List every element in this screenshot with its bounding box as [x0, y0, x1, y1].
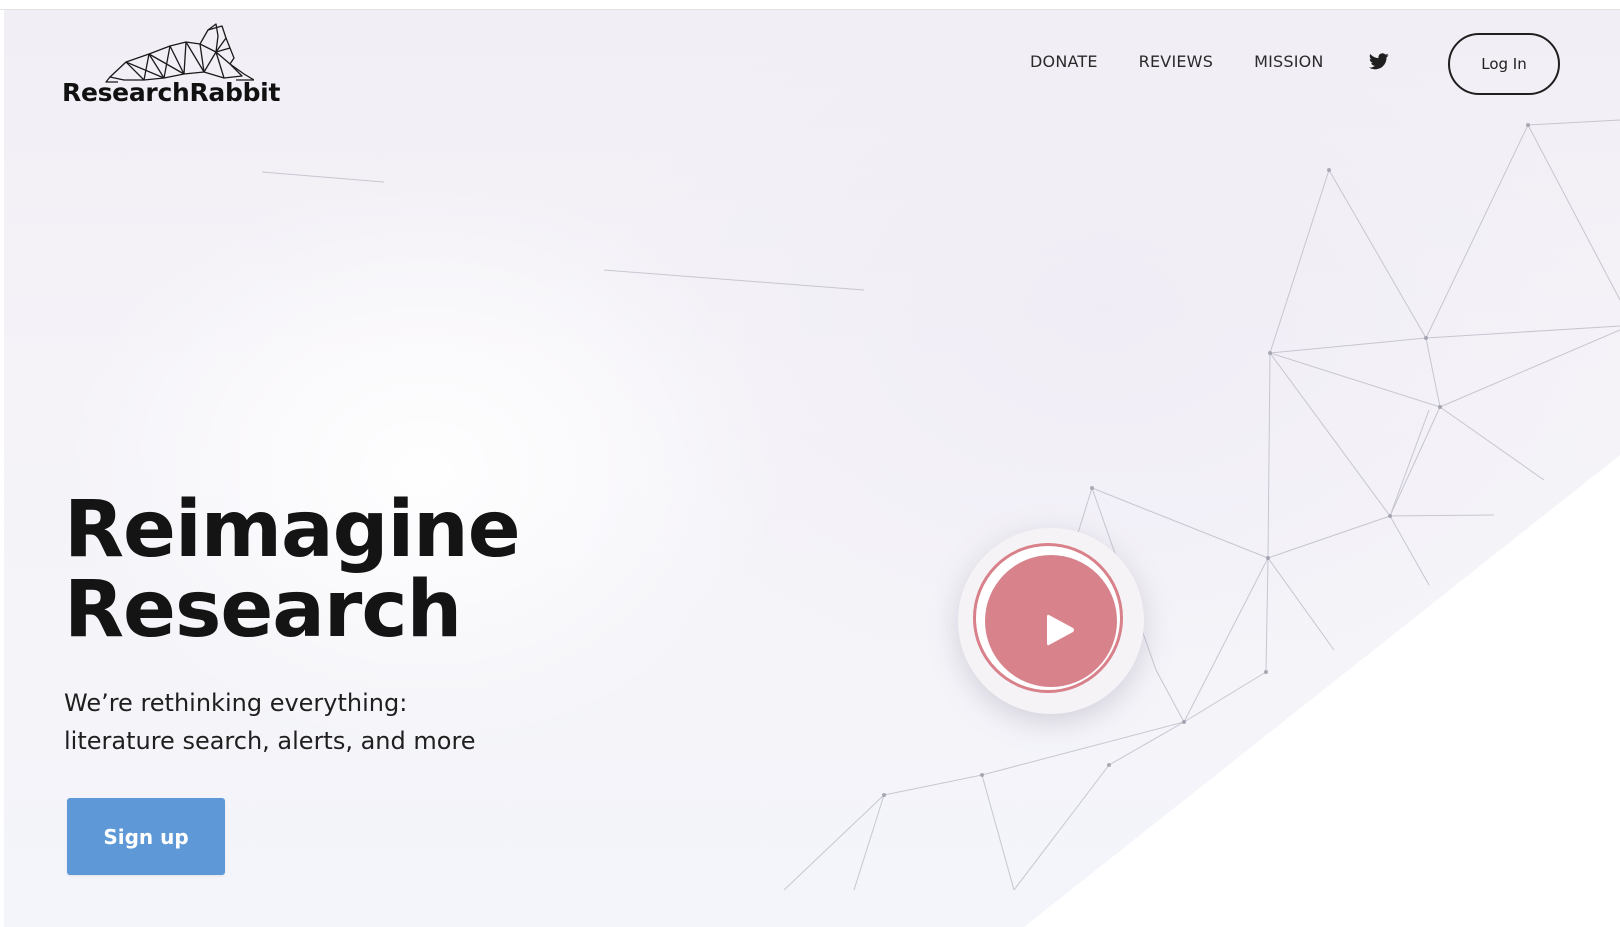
rabbit-logo-icon — [105, 23, 254, 83]
subtext-line-2: literature search, alerts, and more — [64, 727, 476, 755]
subtext-line-1: We’re rethinking everything: — [64, 689, 408, 717]
play-icon — [1047, 614, 1074, 646]
video-play-button[interactable] — [958, 528, 1144, 714]
brand-name: ResearchRabbit — [62, 78, 281, 107]
hero-section — [4, 10, 1620, 927]
top-navigation: DONATE REVIEWS MISSION — [1030, 52, 1389, 71]
login-button[interactable]: Log In — [1448, 33, 1560, 95]
hero-subtext: We’re rethinking everything: literature … — [64, 684, 476, 760]
brand-logo[interactable]: ResearchRabbit — [62, 22, 302, 118]
twitter-icon[interactable] — [1368, 53, 1389, 70]
signup-button[interactable]: Sign up — [67, 798, 225, 875]
nav-mission-link[interactable]: MISSION — [1254, 52, 1324, 71]
nav-donate-link[interactable]: DONATE — [1030, 52, 1098, 71]
hero-headline: Reimagine Research — [64, 485, 521, 655]
headline-line-1: Reimagine — [64, 485, 521, 575]
diagonal-white-shape — [1024, 455, 1620, 927]
nav-reviews-link[interactable]: REVIEWS — [1139, 52, 1213, 71]
play-button-disc — [985, 555, 1117, 687]
headline-line-2: Research — [64, 565, 462, 655]
